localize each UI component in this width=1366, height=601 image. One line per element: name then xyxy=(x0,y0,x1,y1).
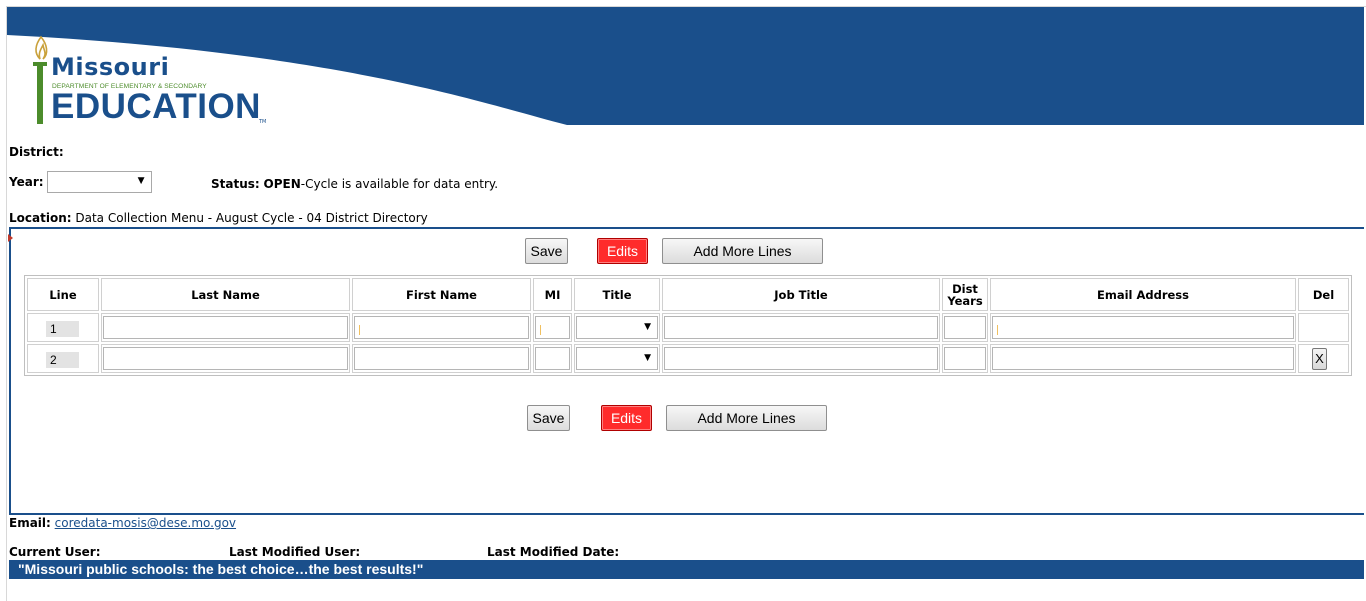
edits-button-bottom[interactable]: Edits xyxy=(601,405,652,431)
line-number: 2 xyxy=(46,352,79,368)
del-cell xyxy=(1298,313,1349,342)
chevron-down-icon: ▼ xyxy=(644,322,651,332)
job-title-input[interactable] xyxy=(664,316,938,339)
table-row: 2 ▼ X xyxy=(27,344,1349,373)
logo-state-text: Missouri xyxy=(51,53,170,81)
table-row: 1 ▼ xyxy=(27,313,1349,342)
email-input[interactable] xyxy=(992,347,1294,370)
mi-input[interactable] xyxy=(535,347,570,370)
line-cell: 1 xyxy=(27,313,99,342)
email-cell xyxy=(990,344,1296,373)
job-title-cell xyxy=(662,344,940,373)
contact-email-row: Email: coredata-mosis@dese.mo.gov xyxy=(9,516,236,530)
status-value: OPEN xyxy=(263,177,301,191)
chevron-down-icon: ▼ xyxy=(644,353,651,363)
dist-years-cell xyxy=(942,313,988,342)
status-text: -Cycle is available for data entry. xyxy=(300,177,499,191)
first-name-input[interactable] xyxy=(354,316,529,339)
user-info-row: Current User: Last Modified User: Last M… xyxy=(9,545,709,559)
email-input[interactable] xyxy=(992,316,1294,339)
del-cell: X xyxy=(1298,344,1349,373)
staff-table: Line Last Name First Name MI Title Job T… xyxy=(24,275,1352,376)
title-select[interactable]: ▼ xyxy=(576,347,658,370)
first-name-cell xyxy=(352,344,531,373)
panel-marker-icon xyxy=(8,234,13,242)
dist-years-line2: Years xyxy=(947,293,983,308)
mi-input[interactable] xyxy=(535,316,570,339)
save-button-bottom[interactable]: Save xyxy=(527,405,570,431)
title-select[interactable]: ▼ xyxy=(576,316,658,339)
location-path: Data Collection Menu - August Cycle - 04… xyxy=(75,211,428,225)
mi-cell xyxy=(533,344,572,373)
line-number: 1 xyxy=(46,321,79,337)
col-header-job-title: Job Title xyxy=(662,278,940,311)
save-button-top[interactable]: Save xyxy=(525,238,568,264)
job-title-cell xyxy=(662,313,940,342)
first-name-cell xyxy=(352,313,531,342)
email-cell xyxy=(990,313,1296,342)
last-name-cell xyxy=(101,313,350,342)
logo-trademark: TM xyxy=(259,119,267,125)
dist-years-cell xyxy=(942,344,988,373)
col-header-mi: MI xyxy=(533,278,572,311)
last-name-input[interactable] xyxy=(103,347,348,370)
last-modified-user-label: Last Modified User: xyxy=(229,545,361,559)
dist-years-input[interactable] xyxy=(944,347,986,370)
year-label: Year: xyxy=(9,175,44,189)
col-header-email-address: Email Address xyxy=(990,278,1296,311)
location-breadcrumb: Location: Data Collection Menu - August … xyxy=(9,211,428,225)
email-label: Email: xyxy=(9,516,51,530)
last-name-input[interactable] xyxy=(103,316,348,339)
chevron-down-icon: ▼ xyxy=(137,176,145,186)
dist-years-input[interactable] xyxy=(944,316,986,339)
last-modified-date-label: Last Modified Date: xyxy=(487,545,620,559)
first-name-input[interactable] xyxy=(354,347,529,370)
status-line: Status: OPEN-Cycle is available for data… xyxy=(211,177,498,191)
add-more-lines-button-top[interactable]: Add More Lines xyxy=(662,238,823,264)
text-caret xyxy=(997,325,998,335)
edits-button-top[interactable]: Edits xyxy=(597,238,648,264)
title-cell: ▼ xyxy=(574,344,660,373)
location-label: Location: xyxy=(9,211,72,225)
col-header-title: Title xyxy=(574,278,660,311)
line-cell: 2 xyxy=(27,344,99,373)
last-name-cell xyxy=(101,344,350,373)
year-row: Year: ▼ xyxy=(9,170,152,194)
col-header-last-name: Last Name xyxy=(101,278,350,311)
year-select[interactable]: ▼ xyxy=(46,171,152,193)
col-header-del: Del xyxy=(1298,278,1349,311)
status-label: Status: xyxy=(211,177,260,191)
add-more-lines-button-bottom[interactable]: Add More Lines xyxy=(666,405,827,431)
contact-email-link[interactable]: coredata-mosis@dese.mo.gov xyxy=(55,516,236,530)
current-user-label: Current User: xyxy=(9,545,101,559)
table-header-row: Line Last Name First Name MI Title Job T… xyxy=(27,278,1349,311)
footer-slogan-bar: "Missouri public schools: the best choic… xyxy=(9,560,1364,579)
col-header-first-name: First Name xyxy=(352,278,531,311)
text-caret xyxy=(359,325,360,335)
title-cell: ▼ xyxy=(574,313,660,342)
district-label: District: xyxy=(9,145,64,159)
col-header-dist-years: Dist Years xyxy=(942,278,988,311)
dese-logo: Missouri DEPARTMENT OF ELEMENTARY & SECO… xyxy=(31,35,301,127)
delete-row-button[interactable]: X xyxy=(1312,348,1327,370)
text-caret xyxy=(540,325,541,335)
logo-education-text: EDUCATION xyxy=(51,87,261,126)
site-header: Missouri DEPARTMENT OF ELEMENTARY & SECO… xyxy=(7,7,1364,129)
torch-icon xyxy=(33,35,48,124)
job-title-input[interactable] xyxy=(664,347,938,370)
col-header-line: Line xyxy=(27,278,99,311)
mi-cell xyxy=(533,313,572,342)
